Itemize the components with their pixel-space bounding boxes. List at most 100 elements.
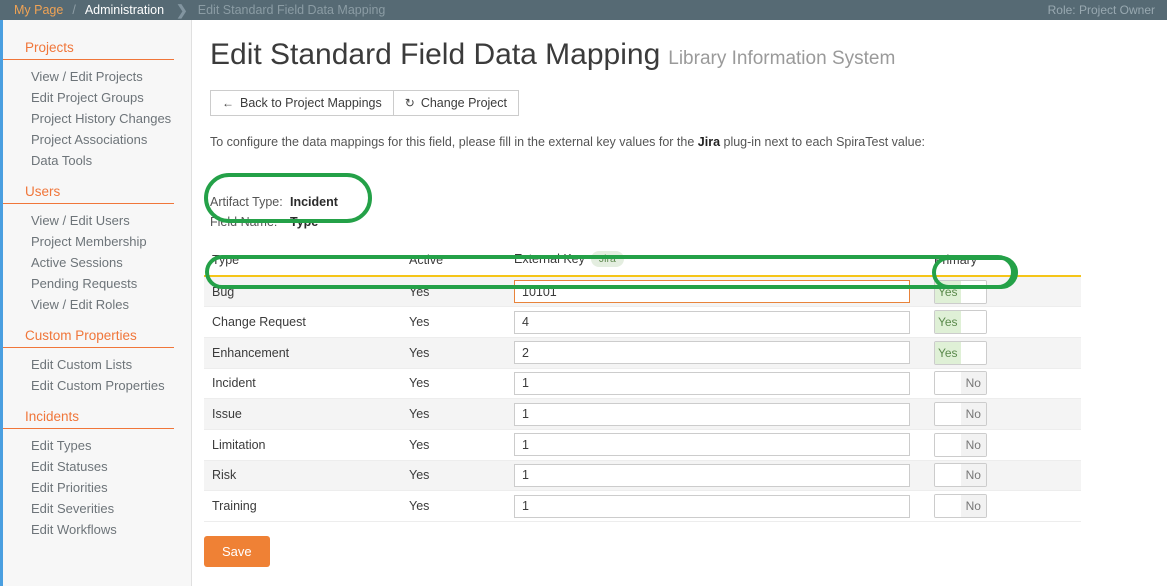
sidebar-group-incidents: Incidents Edit Types Edit Statuses Edit Pri… bbox=[3, 409, 191, 540]
page-title-text: Edit Standard Field Data Mapping bbox=[210, 38, 661, 71]
external-key-input[interactable] bbox=[514, 280, 910, 304]
primary-toggle-label: No bbox=[960, 403, 986, 426]
sidebar-item-active-sessions[interactable]: Active Sessions bbox=[3, 252, 191, 273]
sidebar-list: View / Edit Projects Edit Project Groups P… bbox=[3, 60, 191, 171]
sidebar-heading-custom-properties: Custom Properties bbox=[3, 328, 174, 348]
primary-toggle-knob bbox=[960, 341, 986, 364]
sidebar-item-edit-severities[interactable]: Edit Severities bbox=[3, 498, 191, 519]
sidebar-item-project-history-changes[interactable]: Project History Changes bbox=[3, 108, 191, 129]
primary-toggle-knob bbox=[935, 433, 961, 456]
column-header-active: Active bbox=[409, 252, 514, 277]
change-project-label: Change Project bbox=[420, 96, 507, 110]
sidebar-item-view-edit-users[interactable]: View / Edit Users bbox=[3, 210, 191, 231]
refresh-icon: ↻ bbox=[404, 96, 415, 110]
jira-badge: Jira bbox=[590, 251, 624, 267]
sidebar-item-project-membership[interactable]: Project Membership bbox=[3, 231, 191, 252]
cell-active: Yes bbox=[409, 276, 514, 308]
sidebar-item-edit-priorities[interactable]: Edit Priorities bbox=[3, 477, 191, 498]
column-header-type: Type bbox=[204, 252, 409, 277]
sidebar-item-edit-custom-properties[interactable]: Edit Custom Properties bbox=[3, 375, 191, 396]
sidebar-item-edit-types[interactable]: Edit Types bbox=[3, 435, 191, 456]
primary-toggle-label: Yes bbox=[935, 280, 961, 303]
nav-administration[interactable]: Administration bbox=[85, 3, 164, 17]
intro-plugin-name: Jira bbox=[697, 135, 721, 149]
field-name-label: Field Name: bbox=[210, 215, 278, 229]
cell-type: Enhancement bbox=[204, 337, 409, 369]
primary-toggle[interactable]: No bbox=[934, 463, 987, 488]
table-head: Type Active External Key Jira Primary bbox=[204, 251, 1081, 277]
cell-external-key bbox=[514, 429, 934, 461]
primary-toggle[interactable]: No bbox=[934, 494, 987, 519]
sidebar-item-view-edit-projects[interactable]: View / Edit Projects bbox=[3, 66, 191, 87]
external-key-input[interactable] bbox=[514, 463, 910, 487]
change-project-button[interactable]: ↻ Change Project bbox=[393, 90, 519, 116]
sidebar-heading-projects: Projects bbox=[3, 40, 174, 60]
primary-toggle[interactable]: No bbox=[934, 371, 987, 396]
cell-type: Issue bbox=[204, 398, 409, 430]
sidebar-item-edit-workflows[interactable]: Edit Workflows bbox=[3, 519, 191, 540]
admin-sidebar: Projects View / Edit Projects Edit Project… bbox=[3, 20, 192, 586]
primary-toggle[interactable]: No bbox=[934, 432, 987, 457]
column-header-external-key: External Key Jira bbox=[514, 251, 934, 277]
primary-toggle-label: Yes bbox=[935, 341, 961, 364]
primary-toggle-knob bbox=[935, 464, 961, 487]
back-button-label: Back to Project Mappings bbox=[240, 96, 382, 110]
back-to-project-mappings-button[interactable]: ← Back to Project Mappings bbox=[210, 90, 394, 116]
sidebar-item-edit-project-groups[interactable]: Edit Project Groups bbox=[3, 87, 191, 108]
primary-toggle[interactable]: Yes bbox=[934, 340, 987, 365]
primary-toggle-knob bbox=[935, 403, 961, 426]
cell-active: Yes bbox=[409, 429, 514, 461]
sidebar-group-projects: Projects View / Edit Projects Edit Project… bbox=[3, 40, 191, 171]
table-row: RiskYes No bbox=[204, 460, 1081, 492]
save-row: Save bbox=[204, 536, 270, 567]
cell-primary: No bbox=[934, 368, 1081, 400]
external-key-input[interactable] bbox=[514, 494, 910, 518]
external-key-input[interactable] bbox=[514, 371, 910, 395]
external-key-input[interactable] bbox=[514, 433, 910, 457]
external-key-input[interactable] bbox=[514, 310, 910, 334]
table-row: LimitationYes No bbox=[204, 429, 1081, 461]
primary-toggle-knob bbox=[935, 372, 961, 395]
external-key-input[interactable] bbox=[514, 402, 910, 426]
cell-active: Yes bbox=[409, 460, 514, 492]
table-row: BugYesYes bbox=[204, 276, 1081, 308]
role-label: Role: Project Owner bbox=[1047, 3, 1155, 17]
table-row: Change RequestYesYes bbox=[204, 306, 1081, 338]
cell-primary: Yes bbox=[934, 276, 1081, 308]
external-key-label: External Key bbox=[514, 252, 585, 266]
primary-toggle-label: No bbox=[960, 372, 986, 395]
cell-primary: No bbox=[934, 398, 1081, 430]
breadcrumb: Edit Standard Field Data Mapping bbox=[197, 3, 386, 17]
artifact-type-row: Artifact Type: Incident bbox=[210, 192, 338, 212]
table-row: TrainingYes No bbox=[204, 490, 1081, 522]
field-name-value: Type bbox=[290, 215, 319, 229]
save-button[interactable]: Save bbox=[204, 536, 270, 567]
cell-external-key bbox=[514, 306, 934, 338]
page-title: Edit Standard Field Data Mapping Library … bbox=[210, 38, 895, 72]
cell-primary: Yes bbox=[934, 337, 1081, 369]
sidebar-list: Edit Types Edit Statuses Edit Priorities Ed… bbox=[3, 429, 191, 540]
primary-toggle[interactable]: No bbox=[934, 402, 987, 427]
cell-active: Yes bbox=[409, 490, 514, 522]
cell-external-key bbox=[514, 337, 934, 369]
artifact-type-label: Artifact Type: bbox=[210, 195, 283, 209]
external-key-input[interactable] bbox=[514, 341, 910, 365]
sidebar-item-view-edit-roles[interactable]: View / Edit Roles bbox=[3, 294, 191, 315]
primary-toggle[interactable]: Yes bbox=[934, 310, 987, 335]
primary-toggle-knob bbox=[935, 495, 961, 518]
primary-toggle-label: No bbox=[960, 433, 986, 456]
top-navigation-bar: My Page / Administration ❯ Edit Standard… bbox=[0, 0, 1167, 20]
sidebar-item-edit-statuses[interactable]: Edit Statuses bbox=[3, 456, 191, 477]
sidebar-item-project-associations[interactable]: Project Associations bbox=[3, 129, 191, 150]
primary-toggle[interactable]: Yes bbox=[934, 279, 987, 304]
sidebar-list: View / Edit Users Project Membership Activ… bbox=[3, 204, 191, 315]
nav-my-page[interactable]: My Page bbox=[0, 3, 63, 17]
cell-type: Incident bbox=[204, 368, 409, 400]
sidebar-item-pending-requests[interactable]: Pending Requests bbox=[3, 273, 191, 294]
sidebar-group-users: Users View / Edit Users Project Membership… bbox=[3, 184, 191, 315]
cell-primary: No bbox=[934, 429, 1081, 461]
cell-type: Bug bbox=[204, 276, 409, 308]
chevron-right-icon: ❯ bbox=[176, 1, 188, 18]
sidebar-item-data-tools[interactable]: Data Tools bbox=[3, 150, 191, 171]
sidebar-item-edit-custom-lists[interactable]: Edit Custom Lists bbox=[3, 354, 191, 375]
